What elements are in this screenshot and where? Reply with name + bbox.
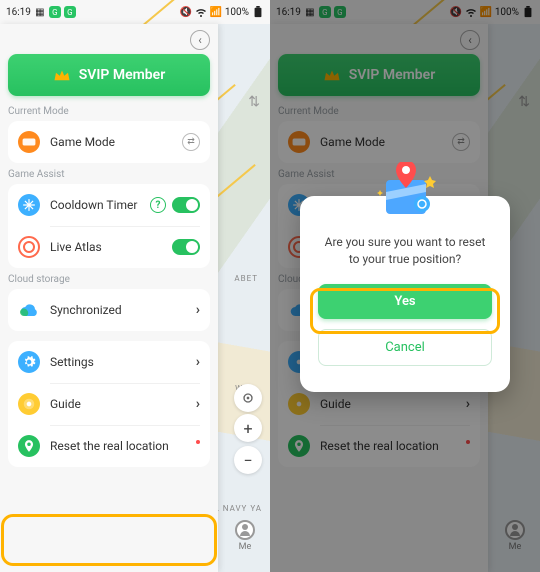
map-zoom-out[interactable]: − [234,446,262,474]
section-game-assist: Game Assist [8,169,210,180]
guide-icon [18,393,40,415]
row-guide[interactable]: Guide › [8,383,210,425]
svip-label: SVIP Member [79,67,166,83]
status-battery-pct: 100% [225,7,249,18]
pin-icon [18,435,40,457]
row-game-mode-label: Game Mode [50,135,172,149]
back-button[interactable]: ‹ [190,30,210,50]
status-bar: 16:19 ▦ G G 🔇 📶 100% [0,0,270,24]
reset-dialog: Are you sure you want to reset to your t… [300,196,510,392]
status-app-badge-2: G [64,6,76,18]
row-guide-label: Guide [50,397,186,411]
map-me-label: Me [239,542,252,552]
cooldown-toggle[interactable] [172,197,200,213]
row-synchronized[interactable]: Synchronized › [8,289,210,331]
row-reset-label: Reset the real location [50,439,184,453]
swap-icon[interactable]: ⇄ [182,133,200,151]
row-cooldown: Cooldown Timer ? [8,184,210,226]
phone-right: 16:19 ▦ G G 🔇 📶 100% ⇅ Me ‹ [270,0,540,572]
status-app-badge-1: G [49,6,61,18]
signal-icon: 📶 [210,6,222,18]
cloud-icon [18,299,40,321]
map-me-button[interactable]: Me [230,520,260,552]
row-reset-location[interactable]: Reset the real location [8,425,210,467]
highlight-reset [1,514,217,566]
status-sq-icon: ▦ [34,6,46,18]
atlas-icon [18,236,40,258]
chevron-right-icon: › [196,354,200,370]
gear-icon [18,351,40,373]
help-icon[interactable]: ? [150,197,166,213]
dialog-message: Are you sure you want to reset to your t… [318,234,492,268]
row-sync-label: Synchronized [50,303,186,317]
snowflake-icon [18,194,40,216]
gamepad-icon [18,131,40,153]
row-settings[interactable]: Settings › [8,341,210,383]
row-live-atlas-label: Live Atlas [50,240,162,254]
chevron-right-icon: › [196,396,200,412]
row-game-mode[interactable]: Game Mode ⇄ [8,121,210,163]
battery-icon [252,6,264,18]
map-locate-button[interactable] [234,384,262,412]
map-pin-illustration [360,162,450,222]
atlas-toggle[interactable] [172,239,200,255]
map-zoom-in[interactable]: + [234,414,262,442]
status-time: 16:19 [6,7,31,18]
map-label-1: ABET [234,274,258,283]
section-cloud: Cloud storage [8,274,210,285]
chevron-right-icon: › [196,302,200,318]
map-swap-icon[interactable]: ⇅ [248,94,260,110]
user-icon [235,520,255,540]
row-live-atlas: Live Atlas [8,226,210,268]
side-panel: ‹ SVIP Member Current Mode Game Mode ⇄ G… [0,24,218,572]
phone-left: 16:19 ▦ G G 🔇 📶 100% ABET Willi BROOKL N… [0,0,270,572]
crown-icon [53,68,71,82]
wifi-icon [195,6,207,18]
row-cooldown-label: Cooldown Timer [50,198,140,212]
section-current-mode: Current Mode [8,106,210,117]
dialog-cancel-button[interactable]: Cancel [318,329,492,366]
svip-member-button[interactable]: SVIP Member [8,54,210,96]
mute-icon: 🔇 [180,6,192,18]
notification-dot [196,440,200,444]
row-settings-label: Settings [50,355,186,369]
dialog-yes-button[interactable]: Yes [318,284,492,319]
